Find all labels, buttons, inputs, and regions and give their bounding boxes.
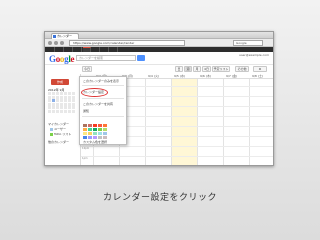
hour-line	[81, 146, 273, 147]
color-swatch[interactable]	[83, 128, 87, 131]
browser-titlebar: カレンダー	[45, 32, 273, 39]
day-column[interactable]	[249, 79, 273, 165]
day-column[interactable]	[197, 79, 223, 165]
more-button[interactable]: その他	[235, 66, 249, 72]
search-button[interactable]	[137, 55, 145, 61]
menu-item-calendar-settings[interactable]: カレンダー設定	[83, 90, 104, 94]
mini-calendar-day[interactable]	[67, 109, 72, 113]
menu-divider	[82, 98, 124, 99]
calendar-color-swatch	[50, 127, 53, 131]
forward-icon[interactable]	[54, 41, 58, 45]
hour-label: 12pm	[82, 147, 90, 150]
mini-calendar-day[interactable]	[48, 109, 52, 113]
my-calendars-label[interactable]: マイカレンダー	[48, 122, 69, 126]
four-day-view-button[interactable]: 4日	[202, 66, 211, 72]
day-column[interactable]	[171, 79, 197, 165]
color-swatch[interactable]	[93, 132, 97, 135]
mini-calendar-day[interactable]	[71, 109, 75, 113]
column-header[interactable]: 9/4 (火)	[148, 74, 159, 78]
back-icon[interactable]	[48, 41, 52, 45]
color-swatch[interactable]	[98, 132, 102, 135]
color-swatch[interactable]	[98, 128, 102, 131]
mini-calendar-day[interactable]	[63, 109, 68, 113]
color-swatch[interactable]	[103, 136, 107, 139]
mini-calendar: 2012年 9月	[48, 88, 75, 113]
color-swatch[interactable]	[93, 136, 97, 139]
column-header[interactable]: 9/8 (土)	[252, 74, 263, 78]
calendar-item[interactable]: ToDo リスト	[50, 132, 71, 136]
color-swatch[interactable]	[93, 128, 97, 131]
calendar-item[interactable]: ユーザー	[50, 127, 66, 131]
color-swatch[interactable]	[83, 132, 87, 135]
reload-icon[interactable]	[60, 41, 64, 45]
hour-line	[81, 156, 273, 157]
browser-screenshot: カレンダー https://www.google.com/calendar/re…	[44, 31, 274, 166]
day-view-button[interactable]: 日	[175, 66, 183, 72]
color-swatches	[83, 124, 107, 139]
mini-calendar-grid[interactable]	[48, 92, 75, 113]
browser-search-input[interactable]: Google	[233, 40, 263, 46]
color-swatch[interactable]	[103, 132, 107, 135]
menu-item-custom-color[interactable]: カスタム色を選択	[83, 140, 107, 144]
color-swatch[interactable]	[98, 124, 102, 127]
calendar-options-menu: このカレンダーのみを表示 カレンダー設定 このカレンダーを共有 通知 カスタム色…	[79, 76, 127, 145]
calendar-favicon-icon	[53, 35, 56, 38]
color-swatch[interactable]	[83, 136, 87, 139]
browser-navbar: https://www.google.com/calendar/render G…	[45, 39, 273, 47]
color-swatch[interactable]	[88, 128, 92, 131]
menu-item-show-only[interactable]: このカレンダーのみを表示	[83, 79, 119, 83]
column-header[interactable]: 9/5 (水)	[174, 74, 185, 78]
google-logo[interactable]: Google	[49, 54, 74, 64]
color-swatch[interactable]	[88, 132, 92, 135]
month-view-button[interactable]: 月	[193, 66, 201, 72]
color-swatch[interactable]	[88, 136, 92, 139]
mini-calendar-day[interactable]	[51, 109, 56, 113]
menu-divider	[82, 116, 124, 117]
calendar-toolbar: 今日 日 週 月 4日 予定リスト その他 ⚙	[45, 65, 273, 73]
today-button[interactable]: 今日	[82, 66, 92, 72]
app-header: Google カレンダーを検索 user@example.com	[45, 52, 273, 65]
menu-divider	[82, 85, 124, 86]
settings-gear-icon[interactable]: ⚙	[253, 66, 267, 72]
sidebar: 作成 2012年 9月 マイカレンダー ユーザー ToDo リスト 他のカレンダ…	[45, 74, 78, 165]
day-column[interactable]	[223, 79, 249, 165]
column-header[interactable]: 9/7 (金)	[226, 74, 237, 78]
menu-item-share[interactable]: このカレンダーを共有	[83, 102, 113, 106]
color-swatch[interactable]	[83, 124, 87, 127]
day-column[interactable]	[145, 79, 171, 165]
color-swatch[interactable]	[98, 136, 102, 139]
user-email[interactable]: user@example.com	[239, 53, 269, 57]
tab-title: カレンダー	[57, 34, 73, 38]
menu-item-notifications[interactable]: 通知	[83, 109, 89, 113]
column-header[interactable]: 9/6 (木)	[200, 74, 211, 78]
hour-label: 1pm	[82, 157, 88, 160]
color-swatch[interactable]	[93, 124, 97, 127]
other-calendars-label[interactable]: 他のカレンダー	[48, 140, 69, 144]
color-swatch[interactable]	[103, 128, 107, 131]
color-swatch[interactable]	[88, 124, 92, 127]
create-button[interactable]: 作成	[51, 79, 69, 85]
mini-calendar-day[interactable]	[59, 109, 64, 113]
calendar-color-swatch	[50, 132, 53, 136]
week-view-button[interactable]: 週	[184, 66, 192, 72]
mini-calendar-day[interactable]	[55, 109, 60, 113]
instruction-caption: カレンダー設定をクリック	[102, 193, 217, 203]
calendar-search-input[interactable]: カレンダーを検索	[76, 55, 136, 61]
color-swatch[interactable]	[103, 124, 107, 127]
agenda-view-button[interactable]: 予定リスト	[212, 66, 230, 72]
address-bar[interactable]: https://www.google.com/calendar/render	[69, 40, 185, 46]
